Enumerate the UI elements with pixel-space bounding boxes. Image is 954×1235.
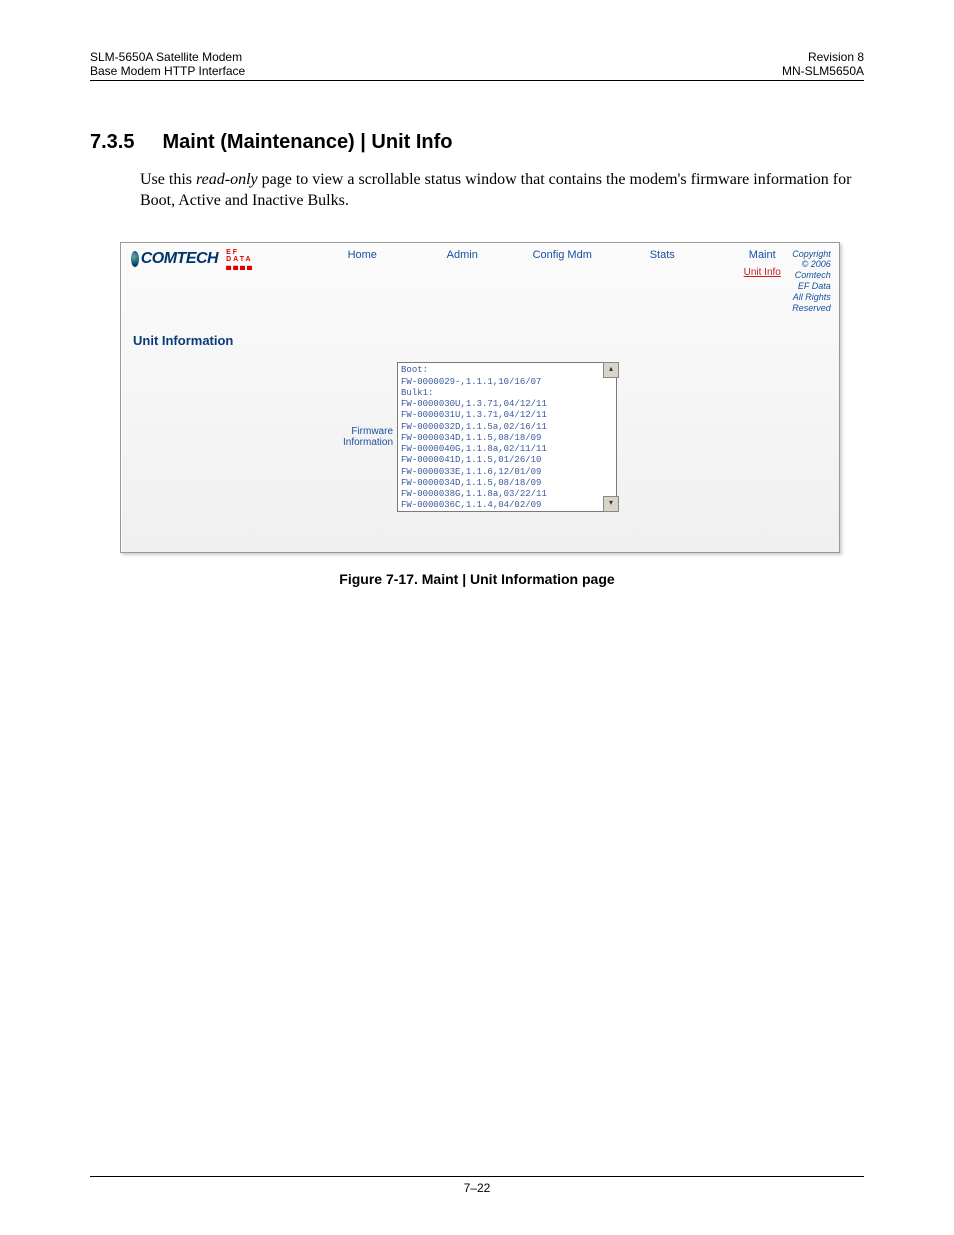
comtech-logo: COMTECH EF DATA ▄▄▄▄ xyxy=(131,249,262,270)
firmware-label-line1: Firmware xyxy=(343,426,393,437)
firmware-label-line2: Information xyxy=(343,437,393,448)
copyright-line3: All Rights Reserved xyxy=(792,292,831,314)
screenshot-topbar: COMTECH EF DATA ▄▄▄▄ Home Admin Config M… xyxy=(121,243,839,314)
logo-subtext: EF DATA ▄▄▄▄ xyxy=(226,249,262,270)
page-number: 7–22 xyxy=(464,1181,491,1195)
unit-info-screenshot: COMTECH EF DATA ▄▄▄▄ Home Admin Config M… xyxy=(120,242,840,554)
firmware-box-wrapper: Boot: FW-0000029-,1.1.1,10/16/07 Bulk1: … xyxy=(397,362,617,512)
body-prefix: Use this xyxy=(140,171,196,188)
scroll-up-button[interactable]: ▴ xyxy=(603,362,619,378)
globe-icon xyxy=(131,251,139,267)
logo-text: COMTECH xyxy=(141,250,218,268)
copyright-block: Copyright © 2006 Comtech EF Data All Rig… xyxy=(792,249,831,314)
body-paragraph: Use this read-only page to view a scroll… xyxy=(140,170,864,212)
copyright-line1: Copyright © 2006 xyxy=(792,249,831,271)
figure-caption: Figure 7-17. Maint | Unit Information pa… xyxy=(90,571,864,587)
nav-tabs: Home Admin Config Mdm Stats Maint Unit I… xyxy=(332,249,792,278)
header-left-line1: SLM-5650A Satellite Modem xyxy=(90,50,245,64)
header-left: SLM-5650A Satellite Modem Base Modem HTT… xyxy=(90,50,245,78)
subtab-unit-info[interactable]: Unit Info xyxy=(732,267,792,278)
header-right-line1: Revision 8 xyxy=(782,50,864,64)
tab-maint[interactable]: Maint xyxy=(749,249,776,261)
tab-home[interactable]: Home xyxy=(348,249,377,261)
copyright-line2: Comtech EF Data xyxy=(792,270,831,292)
section-number: 7.3.5 xyxy=(90,131,134,154)
tab-admin[interactable]: Admin xyxy=(447,249,478,261)
page-header: SLM-5650A Satellite Modem Base Modem HTT… xyxy=(90,50,864,81)
header-left-line2: Base Modem HTTP Interface xyxy=(90,64,245,78)
tab-config-mdm[interactable]: Config Mdm xyxy=(533,249,592,261)
header-right: Revision 8 MN-SLM5650A xyxy=(782,50,864,78)
section-heading: 7.3.5 Maint (Maintenance) | Unit Info xyxy=(90,131,864,154)
body-emph: read-only xyxy=(196,171,258,188)
section-title-text: Maint (Maintenance) | Unit Info xyxy=(162,131,452,153)
unit-information-title: Unit Information xyxy=(133,333,839,348)
firmware-info-textarea[interactable]: Boot: FW-0000029-,1.1.1,10/16/07 Bulk1: … xyxy=(397,362,617,512)
firmware-row: Firmware Information Boot: FW-0000029-,1… xyxy=(121,362,839,512)
tab-stats[interactable]: Stats xyxy=(650,249,675,261)
page-footer: 7–22 xyxy=(90,1176,864,1195)
firmware-label: Firmware Information xyxy=(343,426,393,448)
scroll-down-button[interactable]: ▾ xyxy=(603,496,619,512)
header-right-line2: MN-SLM5650A xyxy=(782,64,864,78)
